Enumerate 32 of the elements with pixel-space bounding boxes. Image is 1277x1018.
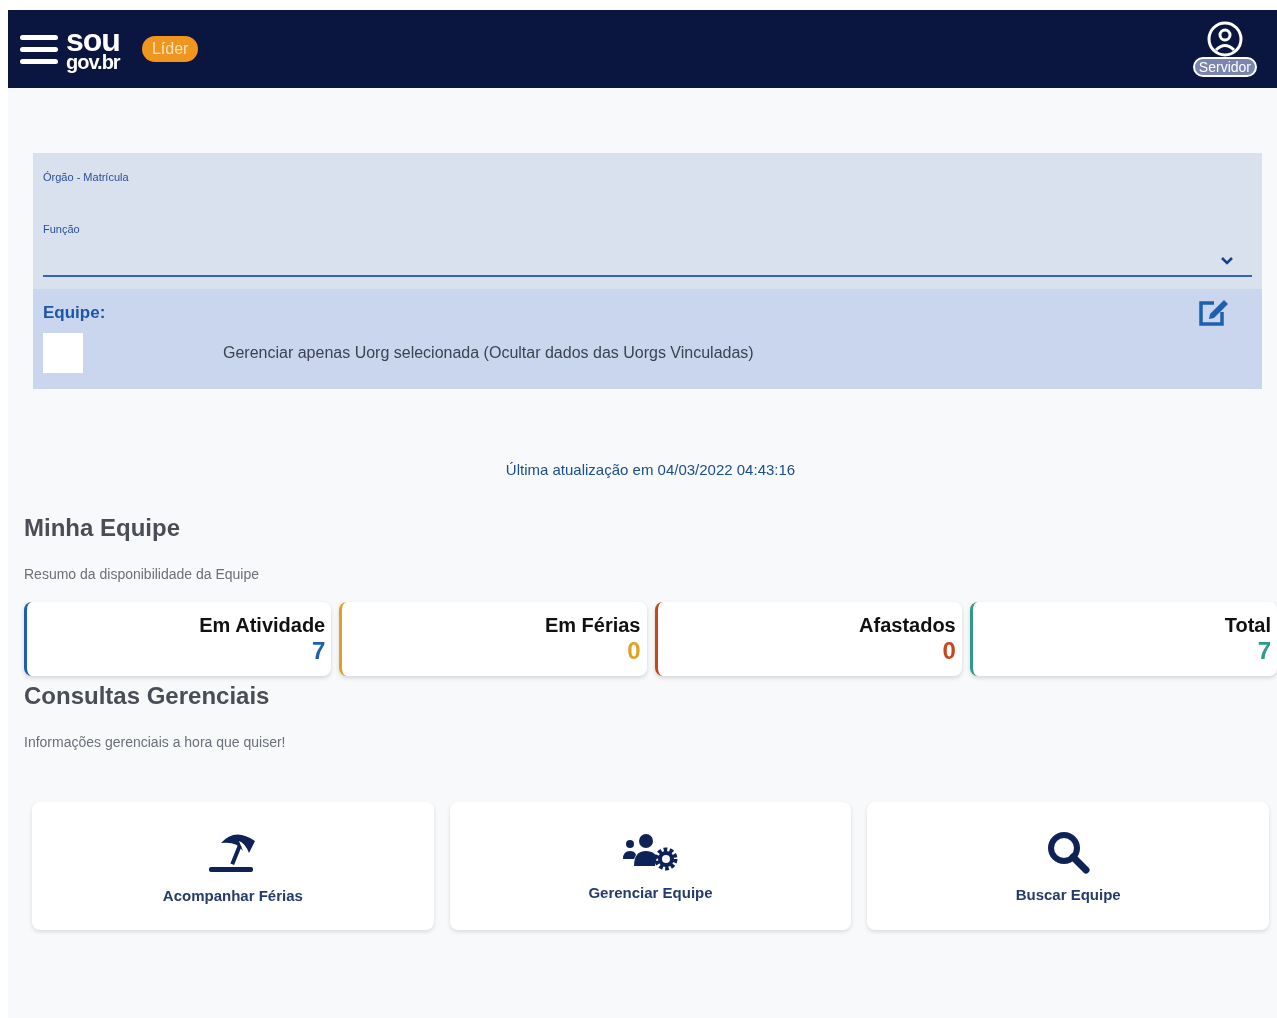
section-subtitle: Informações gerenciais a hora que quiser! [24, 734, 287, 750]
stat-value: 7 [1257, 636, 1271, 665]
team-settings-icon [622, 831, 679, 872]
stat-label: Total [1224, 613, 1271, 637]
function-select[interactable]: Órgão - Matrícula Função [43, 153, 1252, 277]
section-title: Minha Equipe [24, 514, 181, 542]
role-badge: Líder [141, 36, 199, 62]
section-title: Consultas Gerenciais [24, 682, 271, 710]
stat-value: 7 [311, 636, 326, 665]
action-card[interactable]: Gerenciar Equipe [449, 802, 852, 930]
stat-label: Em Atividade [199, 613, 326, 637]
action-card[interactable]: Acompanhar Férias [32, 802, 434, 930]
section-subtitle: Resumo da disponibilidade da Equipe [24, 566, 261, 582]
logo-text: sou [66, 26, 120, 55]
action-card[interactable]: Buscar Equipe [867, 802, 1269, 930]
chevron-down-icon [1220, 256, 1234, 265]
user-label[interactable]: Servidor [1192, 57, 1257, 77]
team-label: Equipe: [43, 303, 106, 323]
stat-label: Em Férias [544, 613, 641, 637]
menu-icon[interactable] [20, 33, 58, 65]
checkbox[interactable] [43, 333, 83, 373]
user-icon[interactable] [1205, 21, 1244, 57]
search-icon [1046, 829, 1091, 874]
stat-label: Afastados [859, 613, 956, 637]
field-label: Órgão - Matrícula [43, 171, 130, 183]
field-label: Função [43, 223, 81, 235]
last-update-text: Última atualização em 04/03/2022 04:43:16 [504, 461, 797, 478]
logo-text: gov.br [66, 54, 120, 72]
stat-value: 0 [627, 636, 641, 665]
stat-value: 0 [942, 636, 956, 665]
checkbox-label: Gerenciar apenas Uorg selecionada (Ocultar dados das Uorgs Vinculadas) [223, 344, 754, 362]
edit-icon[interactable] [1197, 299, 1229, 327]
